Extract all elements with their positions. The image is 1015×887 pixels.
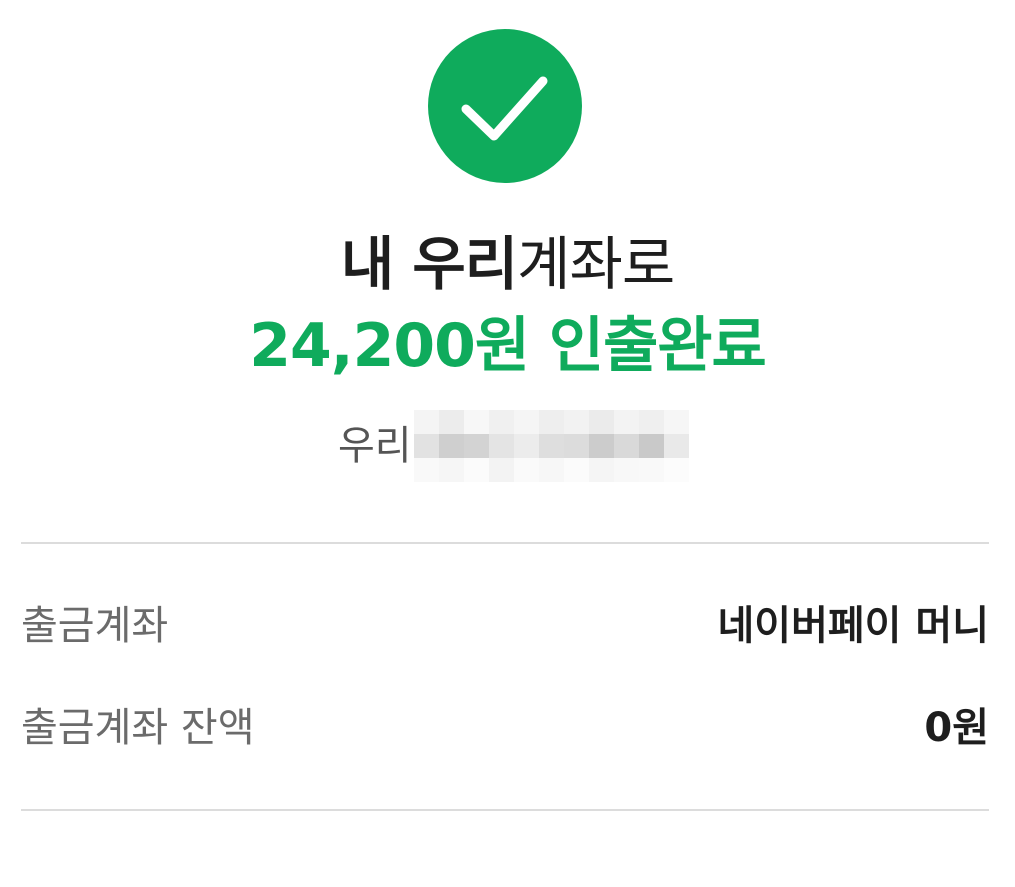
mask-block: [438, 458, 464, 482]
mask-block: [613, 458, 639, 482]
mask-block: [588, 410, 614, 434]
success-check-icon: [428, 29, 582, 183]
withdrawal-amount: 24,200원: [249, 311, 530, 381]
withdraw-account-value: 네이버페이 머니: [717, 603, 989, 649]
mask-block: [513, 434, 539, 458]
masked-account-number: [413, 410, 690, 482]
mask-block: [463, 410, 489, 434]
mask-block: [413, 434, 439, 458]
mask-block: [538, 458, 564, 482]
mask-block: [663, 458, 689, 482]
mask-block: [588, 434, 614, 458]
mask-block: [513, 410, 539, 434]
mask-block: [663, 434, 689, 458]
mask-block: [488, 434, 514, 458]
withdrawal-status: 인출완료: [548, 311, 767, 381]
mask-block: [563, 458, 589, 482]
mask-block: [538, 434, 564, 458]
mask-block: [438, 410, 464, 434]
mask-block: [463, 434, 489, 458]
headline-light-text: 계좌로: [517, 230, 675, 298]
withdrawal-amount-status: 24,200원 인출완료: [0, 308, 1015, 384]
withdraw-balance-label: 출금계좌 잔액: [21, 705, 255, 751]
transfer-destination-title: 내 우리계좌로: [0, 228, 1015, 300]
mask-block: [613, 434, 639, 458]
mask-block: [588, 458, 614, 482]
mask-block: [463, 458, 489, 482]
checkmark-icon: [461, 76, 548, 141]
mask-block: [513, 458, 539, 482]
destination-bank-name: 우리: [338, 423, 412, 469]
mask-block: [613, 410, 639, 434]
mask-block: [488, 458, 514, 482]
mask-block: [413, 458, 439, 482]
mask-block: [538, 410, 564, 434]
divider-bottom: [21, 809, 989, 811]
withdraw-account-label: 출금계좌: [21, 603, 169, 649]
mask-block: [438, 434, 464, 458]
destination-account: 우리: [338, 410, 690, 482]
mask-block: [563, 434, 589, 458]
divider-top: [21, 542, 989, 544]
withdraw-balance-value: 0원: [924, 705, 989, 751]
mask-block: [638, 434, 664, 458]
mask-block: [638, 410, 664, 434]
headline-bold-text: 내 우리: [340, 230, 518, 298]
mask-block: [638, 458, 664, 482]
mask-block: [663, 410, 689, 434]
mask-block: [563, 410, 589, 434]
mask-block: [488, 410, 514, 434]
mask-block: [413, 410, 439, 434]
